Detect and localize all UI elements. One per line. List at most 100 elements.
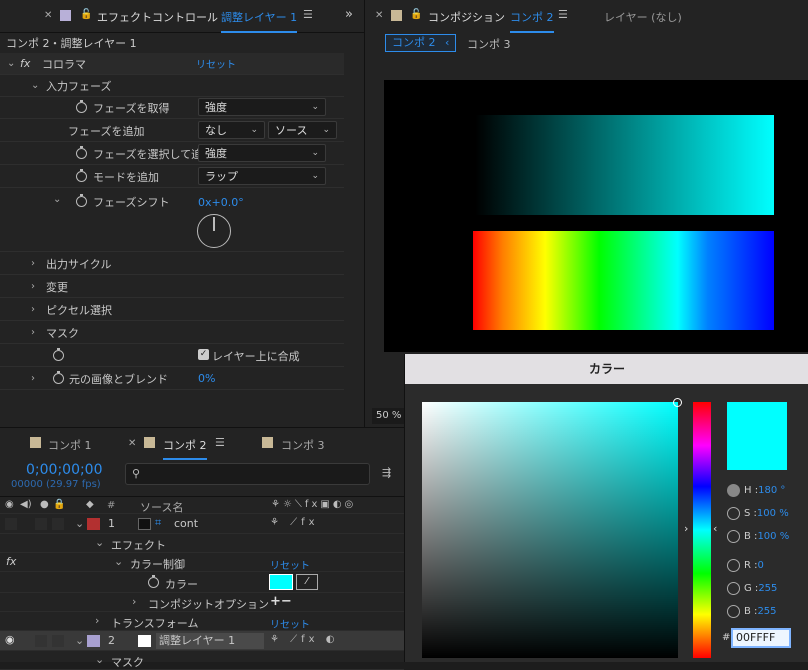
eye-icon[interactable]: ◉ xyxy=(5,499,14,510)
r-radio[interactable] xyxy=(727,559,740,572)
mask-row[interactable]: ⌄ マスク xyxy=(0,651,404,670)
get-phase-dropdown[interactable]: 強度 ⌄ xyxy=(198,98,326,116)
reset-button[interactable]: リセット xyxy=(270,616,310,631)
composite-checkbox[interactable]: ✓ xyxy=(198,349,209,360)
lock-icon[interactable]: 🔓 xyxy=(410,9,422,20)
chevron-right-icon[interactable]: › xyxy=(31,258,35,269)
panel-menu-icon[interactable]: ☰ xyxy=(558,8,568,21)
close-icon[interactable]: ✕ xyxy=(44,10,52,21)
search-input[interactable]: ⚲ xyxy=(125,463,370,485)
chevron-right-icon[interactable]: › xyxy=(31,373,35,384)
add-phase-dropdown[interactable]: なし ⌄ xyxy=(198,121,265,139)
stopwatch-icon[interactable] xyxy=(76,146,87,159)
timeline-tab-comp3[interactable]: コンポ 3 xyxy=(281,437,325,453)
layer-row-2[interactable]: ◉ ⌄ 2 調整レイヤー 1 ⚘ ⟋fx ◐ xyxy=(0,631,404,651)
breadcrumb-active[interactable]: コンポ 2 ‹ xyxy=(385,34,457,52)
input-phase-group[interactable]: ⌄ 入力フェーズ xyxy=(0,75,344,97)
breadcrumb-other[interactable]: コンポ 3 xyxy=(467,36,511,52)
chevron-right-icon[interactable]: › xyxy=(132,595,136,608)
color-swatch[interactable] xyxy=(269,574,293,590)
s-value[interactable]: 100 % xyxy=(757,508,789,519)
chevron-down-icon[interactable]: ⌄ xyxy=(7,58,15,69)
composition-tab-name[interactable]: コンポ 2 xyxy=(510,9,554,33)
select-phase-dropdown[interactable]: 強度 ⌄ xyxy=(198,144,326,162)
hue-slider[interactable] xyxy=(693,402,711,658)
column-source-name[interactable]: ソース名 xyxy=(140,499,183,515)
b-value[interactable]: 100 % xyxy=(757,531,789,542)
transform-row[interactable]: › トランスフォーム リセット xyxy=(0,612,404,631)
effect-panel-tab[interactable]: エフェクトコントロール xyxy=(97,9,218,25)
chevron-left-icon[interactable]: ‹ xyxy=(713,522,717,535)
close-icon[interactable]: ✕ xyxy=(375,10,383,21)
layer-switches[interactable]: ⚘ ⟋fx xyxy=(270,517,319,528)
hex-input[interactable]: 00FFFF xyxy=(731,628,791,648)
b2-radio[interactable] xyxy=(727,605,740,618)
stopwatch-icon[interactable] xyxy=(76,169,87,182)
add-phase-source-dropdown[interactable]: ソース ⌄ xyxy=(268,121,337,139)
chevron-down-icon[interactable]: ⌄ xyxy=(95,536,104,549)
chevron-right-icon[interactable]: › xyxy=(31,304,35,315)
chevron-right-icon[interactable]: › xyxy=(684,522,688,535)
timecode[interactable]: 0;00;00;00 xyxy=(26,462,103,478)
b-radio[interactable] xyxy=(727,530,740,543)
expand-panels-icon[interactable]: » xyxy=(345,7,353,22)
fx-icon[interactable]: fx xyxy=(20,57,30,70)
chevron-down-icon[interactable]: ⌄ xyxy=(75,634,84,647)
r-value[interactable]: 0 xyxy=(758,560,764,571)
reset-button[interactable]: リセット xyxy=(196,56,236,71)
chevron-right-icon[interactable]: › xyxy=(95,614,99,627)
lock-icon[interactable]: 🔓 xyxy=(80,9,92,20)
visibility-toggle[interactable] xyxy=(5,518,17,530)
timeline-tab-comp1[interactable]: コンポ 1 xyxy=(48,437,92,453)
stopwatch-icon[interactable] xyxy=(76,100,87,113)
label-tag-icon[interactable]: ◆ xyxy=(86,499,94,510)
layer-name[interactable]: cont xyxy=(174,517,198,530)
s-radio[interactable] xyxy=(727,507,740,520)
output-cycle-row[interactable]: › 出力サイクル xyxy=(0,253,344,275)
chevron-right-icon[interactable]: › xyxy=(31,281,35,292)
reset-button[interactable]: リセット xyxy=(270,557,310,572)
modify-row[interactable]: › 変更 xyxy=(0,276,344,298)
phase-shift-dial[interactable] xyxy=(197,214,231,248)
add-mode-dropdown[interactable]: ラップ ⌄ xyxy=(198,167,326,185)
eyedropper-icon[interactable]: ⁄ xyxy=(296,574,318,590)
color-cursor[interactable] xyxy=(673,398,682,407)
solo-toggle[interactable] xyxy=(35,518,47,530)
fx-icon[interactable]: fx xyxy=(6,555,16,568)
pixel-select-row[interactable]: › ピクセル選択 xyxy=(0,299,344,321)
layer-switches[interactable]: ⚘ ⟋fx ◐ xyxy=(270,634,339,645)
g-radio[interactable] xyxy=(727,582,740,595)
chevron-down-icon[interactable]: ⌄ xyxy=(75,517,84,530)
solo-toggle[interactable] xyxy=(35,635,47,647)
audio-icon[interactable]: ◀) xyxy=(20,499,32,510)
eye-icon[interactable]: ◉ xyxy=(5,633,15,646)
zoom-level[interactable]: 50 % xyxy=(372,408,406,424)
h-radio[interactable] xyxy=(727,484,740,497)
timeline-tab-comp2[interactable]: コンポ 2 xyxy=(163,437,207,460)
b2-value[interactable]: 255 xyxy=(757,606,776,617)
lock-toggle[interactable] xyxy=(52,635,64,647)
add-remove-buttons[interactable]: +− xyxy=(270,594,292,609)
layer-tab[interactable]: レイヤー (なし) xyxy=(604,9,682,25)
chevron-down-icon[interactable]: ⌄ xyxy=(114,555,123,568)
stopwatch-icon[interactable] xyxy=(148,575,159,588)
effect-header-row[interactable]: ⌄ fx コロラマ リセット xyxy=(0,53,344,75)
layer-row-1[interactable]: ⌄ 1 ⌗ cont ⚘ ⟋fx xyxy=(0,514,404,534)
composition-flowchart-icon[interactable]: ⇶ xyxy=(382,466,391,479)
solo-icon[interactable]: ● xyxy=(40,499,49,510)
effect-panel-layer-name[interactable]: 調整レイヤー 1 xyxy=(221,9,298,33)
layer-name[interactable]: 調整レイヤー 1 xyxy=(156,633,264,649)
composition-tab[interactable]: コンポジション xyxy=(428,9,505,25)
color-control-row[interactable]: fx ⌄ カラー制御 リセット xyxy=(0,553,404,572)
chevron-down-icon[interactable]: ⌄ xyxy=(53,194,61,205)
lock-toggle[interactable] xyxy=(52,518,64,530)
h-value[interactable]: 180 ° xyxy=(758,485,785,496)
close-icon[interactable]: ✕ xyxy=(128,438,136,449)
chevron-down-icon[interactable]: ⌄ xyxy=(31,80,39,91)
phase-shift-value[interactable]: 0x+0.0° xyxy=(198,196,244,209)
composite-options-row[interactable]: › コンポジットオプション +− xyxy=(0,593,404,612)
layer-label-color[interactable] xyxy=(87,518,100,530)
stopwatch-icon[interactable] xyxy=(76,194,87,207)
panel-menu-icon[interactable]: ☰ xyxy=(215,436,225,449)
panel-menu-icon[interactable]: ☰ xyxy=(303,8,313,21)
